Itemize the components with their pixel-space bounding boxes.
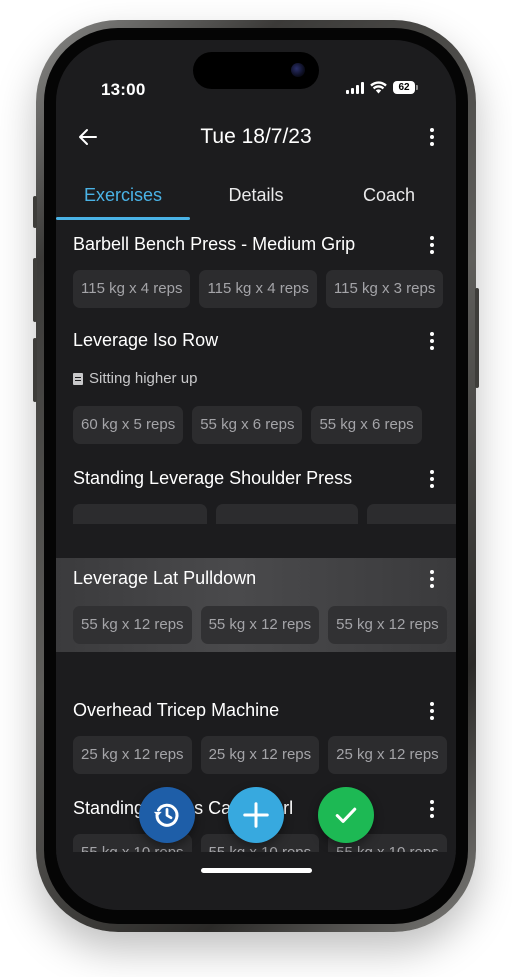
home-indicator[interactable] bbox=[201, 868, 312, 873]
exercise-name[interactable]: Leverage Iso Row bbox=[73, 330, 218, 351]
set-chip[interactable]: 60 kg x 5 reps bbox=[73, 406, 184, 444]
more-vert-icon[interactable] bbox=[422, 234, 442, 256]
app-bar: Tue 18/7/23 bbox=[56, 125, 456, 155]
set-chip[interactable]: 55 kg x 12 reps bbox=[200, 606, 320, 644]
signal-icon bbox=[346, 81, 364, 94]
more-vert-icon[interactable] bbox=[422, 568, 442, 590]
exercise-name[interactable]: Standing Leverage Shoulder Press bbox=[73, 468, 352, 489]
dragged-exercise-card[interactable]: Leverage Lat Pulldown 55 kg x 12 reps 55 … bbox=[56, 558, 456, 652]
power-button bbox=[475, 288, 479, 388]
tab-details[interactable]: Details bbox=[189, 180, 323, 220]
app-screen: 13:00 62 Tue 18/7/23 Exercises Details C… bbox=[56, 40, 456, 910]
set-chip[interactable]: 55 kg x 6 reps bbox=[311, 406, 422, 444]
status-time: 13:00 bbox=[101, 80, 146, 99]
tab-exercises[interactable]: Exercises bbox=[56, 180, 190, 220]
set-chip[interactable]: 115 kg x 3 reps bbox=[325, 270, 444, 308]
battery-icon: 62 bbox=[393, 81, 418, 94]
bottom-bar bbox=[56, 852, 456, 910]
finish-workout-button[interactable] bbox=[318, 787, 374, 843]
set-chip[interactable] bbox=[73, 504, 207, 524]
history-icon bbox=[153, 803, 179, 827]
exercise-name[interactable]: Barbell Bench Press - Medium Grip bbox=[73, 234, 355, 255]
more-vert-icon[interactable] bbox=[422, 468, 442, 490]
sets-row: 115 kg x 4 reps 115 kg x 4 reps 115 kg x 3… bbox=[73, 270, 456, 308]
plus-icon bbox=[243, 802, 269, 828]
set-chip[interactable]: 55 kg x 6 reps bbox=[192, 406, 303, 444]
tab-bar: Exercises Details Coach bbox=[56, 180, 456, 220]
set-chip[interactable] bbox=[367, 504, 456, 524]
tab-coach[interactable]: Coach bbox=[322, 180, 456, 220]
volume-up-button bbox=[33, 258, 37, 322]
more-vert-icon[interactable] bbox=[422, 330, 442, 352]
set-chip[interactable]: 25 kg x 12 reps bbox=[73, 736, 192, 774]
sets-row: 55 kg x 12 reps 55 kg x 12 reps 55 kg x 12… bbox=[73, 606, 456, 644]
set-chip[interactable]: 25 kg x 12 reps bbox=[328, 736, 447, 774]
sets-row: 60 kg x 5 reps 55 kg x 6 reps 55 kg x 6 re… bbox=[73, 406, 456, 444]
set-chip[interactable]: 55 kg x 12 reps bbox=[328, 606, 447, 644]
exercise-note: Sitting higher up bbox=[73, 370, 197, 387]
history-button[interactable] bbox=[139, 787, 195, 843]
add-exercise-button[interactable] bbox=[228, 787, 284, 843]
clipboard-icon bbox=[73, 372, 83, 385]
set-chip[interactable]: 55 kg x 12 reps bbox=[73, 606, 192, 644]
more-vert-icon[interactable] bbox=[422, 798, 442, 820]
more-vert-icon[interactable] bbox=[422, 700, 442, 722]
note-text: Sitting higher up bbox=[89, 370, 198, 387]
camera-icon bbox=[291, 63, 305, 77]
page-title: Tue 18/7/23 bbox=[200, 125, 312, 148]
exercise-name[interactable]: Leverage Lat Pulldown bbox=[73, 568, 256, 589]
wifi-icon bbox=[370, 81, 387, 94]
set-chip[interactable]: 25 kg x 12 reps bbox=[200, 736, 320, 774]
sets-row: 25 kg x 12 reps 25 kg x 12 reps 25 kg x 12… bbox=[73, 736, 456, 774]
more-vert-icon[interactable] bbox=[422, 126, 442, 148]
status-indicators: 62 bbox=[346, 81, 418, 94]
check-icon bbox=[335, 807, 357, 823]
volume-down-button bbox=[33, 338, 37, 402]
action-button bbox=[33, 196, 37, 228]
sets-row bbox=[73, 504, 456, 524]
set-chip[interactable]: 115 kg x 4 reps bbox=[199, 270, 317, 308]
set-chip[interactable]: 115 kg x 4 reps bbox=[73, 270, 191, 308]
exercise-name[interactable]: Overhead Tricep Machine bbox=[73, 700, 279, 721]
set-chip[interactable] bbox=[216, 504, 358, 524]
dynamic-island bbox=[193, 52, 319, 89]
